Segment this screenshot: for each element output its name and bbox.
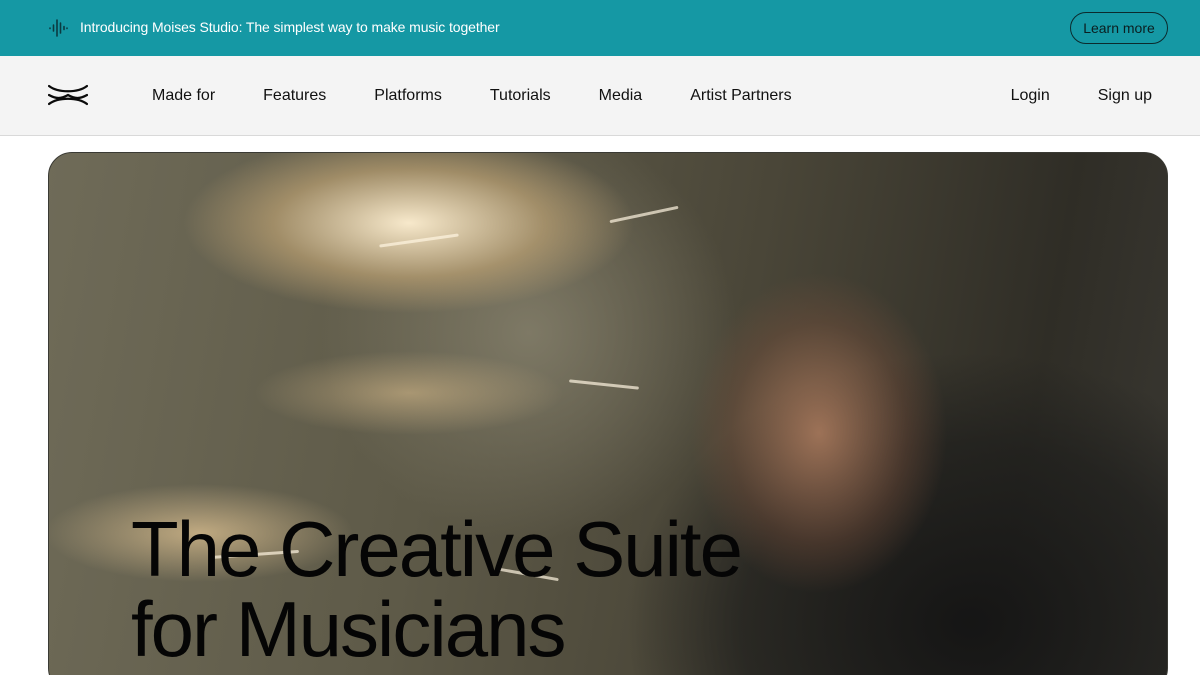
hero-image-card: The Creative Suite for Musicians xyxy=(48,152,1168,675)
nav-link-artist-partners[interactable]: Artist Partners xyxy=(666,87,815,105)
hero-headline-line-1: The Creative Suite xyxy=(131,505,743,593)
nav-link-features[interactable]: Features xyxy=(239,87,350,105)
motion-streak xyxy=(609,205,679,224)
top-navigation: Made for Features Platforms Tutorials Me… xyxy=(0,56,1200,136)
signup-link[interactable]: Sign up xyxy=(1074,87,1176,105)
nav-link-media[interactable]: Media xyxy=(575,87,667,105)
auth-links: Login Sign up xyxy=(987,56,1176,136)
motion-streak xyxy=(569,379,639,390)
nav-link-platforms[interactable]: Platforms xyxy=(350,87,466,105)
audio-wave-icon xyxy=(49,19,68,37)
motion-streak xyxy=(379,233,459,248)
learn-more-button[interactable]: Learn more xyxy=(1070,12,1168,44)
hero-headline: The Creative Suite for Musicians xyxy=(131,509,831,669)
primary-nav-links: Made for Features Platforms Tutorials Me… xyxy=(128,56,816,136)
hero-headline-line-2: for Musicians xyxy=(131,585,566,673)
nav-link-made-for[interactable]: Made for xyxy=(128,87,239,105)
nav-link-tutorials[interactable]: Tutorials xyxy=(466,87,575,105)
login-link[interactable]: Login xyxy=(987,87,1074,105)
moises-logo-icon[interactable] xyxy=(48,84,88,106)
announcement-bar: Introducing Moises Studio: The simplest … xyxy=(0,0,1200,56)
announcement-text: Introducing Moises Studio: The simplest … xyxy=(80,19,500,35)
